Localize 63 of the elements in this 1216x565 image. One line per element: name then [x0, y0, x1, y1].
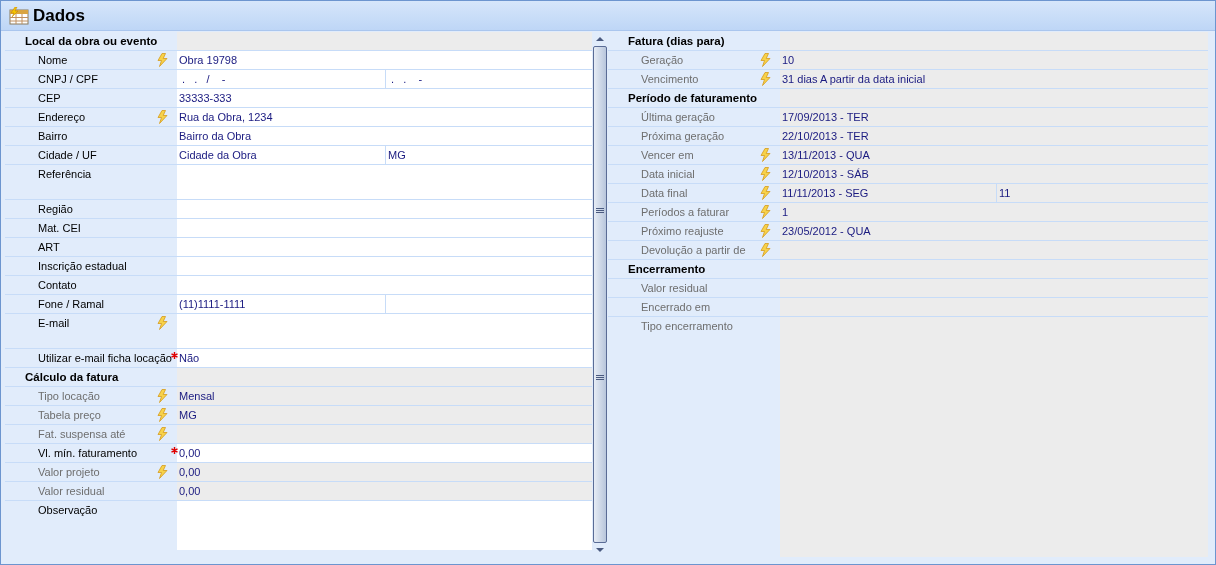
field-label: Cidade / UF — [38, 149, 97, 161]
field-label: Encerrado em — [641, 301, 711, 313]
input-field[interactable]: Bairro da Obra — [177, 127, 592, 145]
input-field[interactable] — [177, 219, 592, 237]
field-label: Vencimento — [641, 73, 699, 85]
field-label: Tabela preço — [38, 409, 101, 421]
field-label: CNPJ / CPF — [38, 73, 98, 85]
section-title: Local da obra ou evento — [25, 35, 158, 47]
window-title: Dados — [33, 5, 85, 26]
field-label: Bairro — [38, 130, 68, 142]
field-label: Última geração — [641, 111, 715, 123]
field-label: Períodos a faturar — [641, 206, 730, 218]
scrollbar-thumb[interactable] — [593, 46, 607, 543]
input-field[interactable] — [177, 276, 592, 294]
input-field[interactable]: (11)1111-1111 — [177, 295, 386, 313]
field-label: Endereço — [38, 111, 86, 123]
lightning-icon[interactable] — [157, 110, 168, 124]
input-field[interactable]: Não — [177, 349, 592, 367]
field-label: Região — [38, 203, 73, 215]
section-title: Cálculo da fatura — [25, 371, 119, 383]
section-title: Fatura (dias para) — [628, 35, 725, 47]
input-field[interactable]: 33333-333 — [177, 89, 592, 107]
input-field[interactable]: . . - — [386, 70, 592, 88]
input-field[interactable]: Obra 19798 — [177, 51, 592, 69]
lightning-icon[interactable] — [157, 53, 168, 67]
field-label: Nome — [38, 54, 68, 66]
table-icon — [9, 6, 29, 25]
field-label: Inscrição estadual — [38, 260, 127, 272]
input-field[interactable]: . . / - — [177, 70, 386, 88]
input-field[interactable]: Rua da Obra, 1234 — [177, 108, 592, 126]
field-label: Valor residual — [641, 282, 708, 294]
field-label: Geração — [641, 54, 684, 66]
field-label: Próxima geração — [641, 130, 725, 142]
input-field[interactable]: 0,00 — [177, 444, 592, 462]
input-field[interactable]: Cidade da Obra — [177, 146, 386, 164]
input-field[interactable] — [177, 257, 592, 275]
input-field[interactable] — [177, 238, 592, 256]
field-label: CEP — [38, 92, 61, 104]
field-label: Observação — [38, 504, 98, 516]
section-title: Período de faturamento — [628, 92, 758, 104]
field-label: Vencer em — [641, 149, 694, 161]
field-label: Vl. mín. faturamento — [38, 447, 138, 459]
field-label: Tipo locação — [38, 390, 100, 402]
field-label: Valor residual — [38, 485, 105, 497]
input-field[interactable]: MG — [386, 146, 592, 164]
field-label: Devolução a partir de — [641, 244, 746, 256]
field-label: Contato — [38, 279, 77, 291]
field-label: Tipo encerramento — [641, 320, 733, 332]
input-field[interactable] — [177, 200, 592, 218]
input-field[interactable] — [386, 295, 592, 313]
field-label: Fat. suspensa até — [38, 428, 126, 440]
lightning-icon[interactable] — [157, 316, 168, 330]
field-label: Utilizar e-mail ficha locação — [38, 352, 172, 364]
field-label: Próximo reajuste — [641, 225, 724, 237]
field-label: Valor projeto — [38, 466, 100, 478]
field-label: E-mail — [38, 317, 70, 329]
field-label: Data final — [641, 187, 688, 199]
field-label: Mat. CEI — [38, 222, 81, 234]
section-title: Encerramento — [628, 263, 706, 275]
field-label: Data inicial — [641, 168, 695, 180]
field-label: ART — [38, 241, 60, 253]
field-label: Fone / Ramal — [38, 298, 105, 310]
field-label: Referência — [38, 168, 92, 180]
